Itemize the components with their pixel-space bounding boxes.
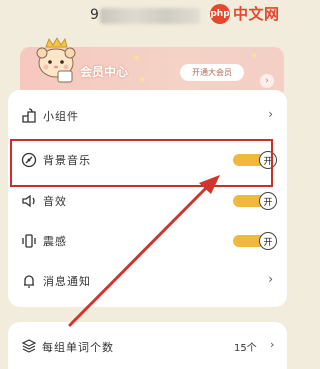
settings-item-label: 消息通知 xyxy=(43,275,91,288)
settings-item-widget[interactable]: 小组件 › xyxy=(8,96,287,136)
words-per-group-value: 15个 xyxy=(234,343,257,354)
watermark-text: 中文网 xyxy=(233,5,280,23)
settings-item-label: 震感 xyxy=(43,235,67,248)
hamster-mascot-icon xyxy=(36,37,76,83)
sound-effects-toggle[interactable]: 开 xyxy=(233,192,279,210)
toggle-knob: 开 xyxy=(259,192,277,210)
sparkle-icon: ✦ xyxy=(132,53,141,64)
settings-item-sound-effects[interactable]: 音效 开 xyxy=(8,181,287,221)
user-id-blurred xyxy=(100,8,200,24)
sparkle-icon: ✦ xyxy=(138,75,147,86)
toggle-knob: 开 xyxy=(259,151,277,169)
vibration-toggle[interactable]: 开 xyxy=(233,232,279,250)
settings-item-label: 音效 xyxy=(43,195,67,208)
watermark-logo: php xyxy=(210,3,230,24)
settings-item-background-music[interactable]: 背景音乐 开 xyxy=(8,140,287,180)
speaker-icon xyxy=(22,194,35,208)
chevron-right-icon: › xyxy=(268,107,273,121)
music-disc-icon xyxy=(21,152,37,168)
sparkle-icon: ✦ xyxy=(250,51,259,62)
vibration-icon xyxy=(22,234,36,248)
settings-item-vibration[interactable]: 震感 开 xyxy=(8,221,287,261)
widget-icon xyxy=(22,108,36,123)
background-music-toggle[interactable]: 开 xyxy=(233,151,279,169)
bell-icon xyxy=(24,275,34,288)
settings-item-label: 小组件 xyxy=(43,110,79,123)
toggle-knob: 开 xyxy=(259,232,277,250)
words-per-group-row[interactable]: 每组单词个数 15个 › xyxy=(8,322,287,369)
vip-title: 会员中心 xyxy=(80,65,129,79)
settings-item-notifications[interactable]: 消息通知 › xyxy=(8,261,287,301)
chevron-right-icon: › xyxy=(268,272,273,286)
open-membership-button[interactable]: 开通大会员 xyxy=(180,64,244,81)
settings-item-label: 背景音乐 xyxy=(43,154,91,167)
top-bar: 9 php 中文网 xyxy=(0,0,287,40)
words-per-group-label: 每组单词个数 xyxy=(42,341,114,354)
user-id-prefix: 9 xyxy=(90,7,99,23)
layers-icon xyxy=(21,339,37,353)
settings-card: 小组件 › 背景音乐 开 音效 开 震感 开 消息通知 › xyxy=(8,90,287,307)
chevron-right-icon: › xyxy=(270,338,275,351)
vip-arrow-button[interactable]: › xyxy=(260,74,274,88)
watermark: php 中文网 xyxy=(210,3,280,24)
